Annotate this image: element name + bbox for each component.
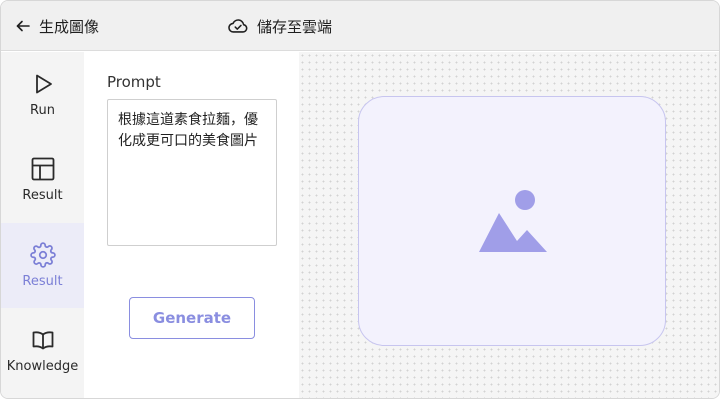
play-icon (35, 74, 52, 94)
gear-icon (29, 242, 56, 268)
cloud-check-icon (228, 19, 248, 33)
sidebar-item-label: Result (22, 188, 63, 203)
prompt-panel: Prompt 根據這道素食拉麵，優化成更可口的美食圖片 Generate (84, 52, 299, 398)
sidebar-item-result-settings[interactable]: Result (1, 223, 84, 308)
table-icon (31, 157, 54, 181)
image-placeholder-icon (479, 190, 547, 252)
top-bar: 生成圖像 儲存至雲端 (1, 1, 719, 51)
sidebar: Run Result Result Knowledge (1, 52, 84, 398)
page-title: 生成圖像 (39, 17, 100, 36)
generate-button[interactable]: Generate (129, 297, 255, 339)
generate-label: Generate (152, 309, 232, 327)
back-button[interactable]: 生成圖像 (15, 13, 99, 39)
sidebar-item-label: Result (22, 274, 63, 289)
arrow-left-icon (16, 20, 30, 32)
book-icon (32, 331, 53, 350)
sidebar-item-label: Run (30, 103, 55, 118)
app-window: 生成圖像 儲存至雲端 Run Result Result Knowledge P… (0, 0, 720, 399)
image-canvas (299, 52, 719, 398)
image-preview-card (358, 96, 666, 346)
sidebar-item-knowledge[interactable]: Knowledge (1, 308, 84, 393)
prompt-label: Prompt (107, 73, 161, 91)
sidebar-item-result[interactable]: Result (1, 137, 84, 222)
sidebar-item-label: Knowledge (6, 359, 79, 374)
save-to-cloud-button[interactable]: 儲存至雲端 (227, 13, 332, 39)
sidebar-item-run[interactable]: Run (1, 52, 84, 137)
save-label: 儲存至雲端 (257, 17, 333, 36)
prompt-textarea[interactable]: 根據這道素食拉麵，優化成更可口的美食圖片 (107, 99, 277, 246)
